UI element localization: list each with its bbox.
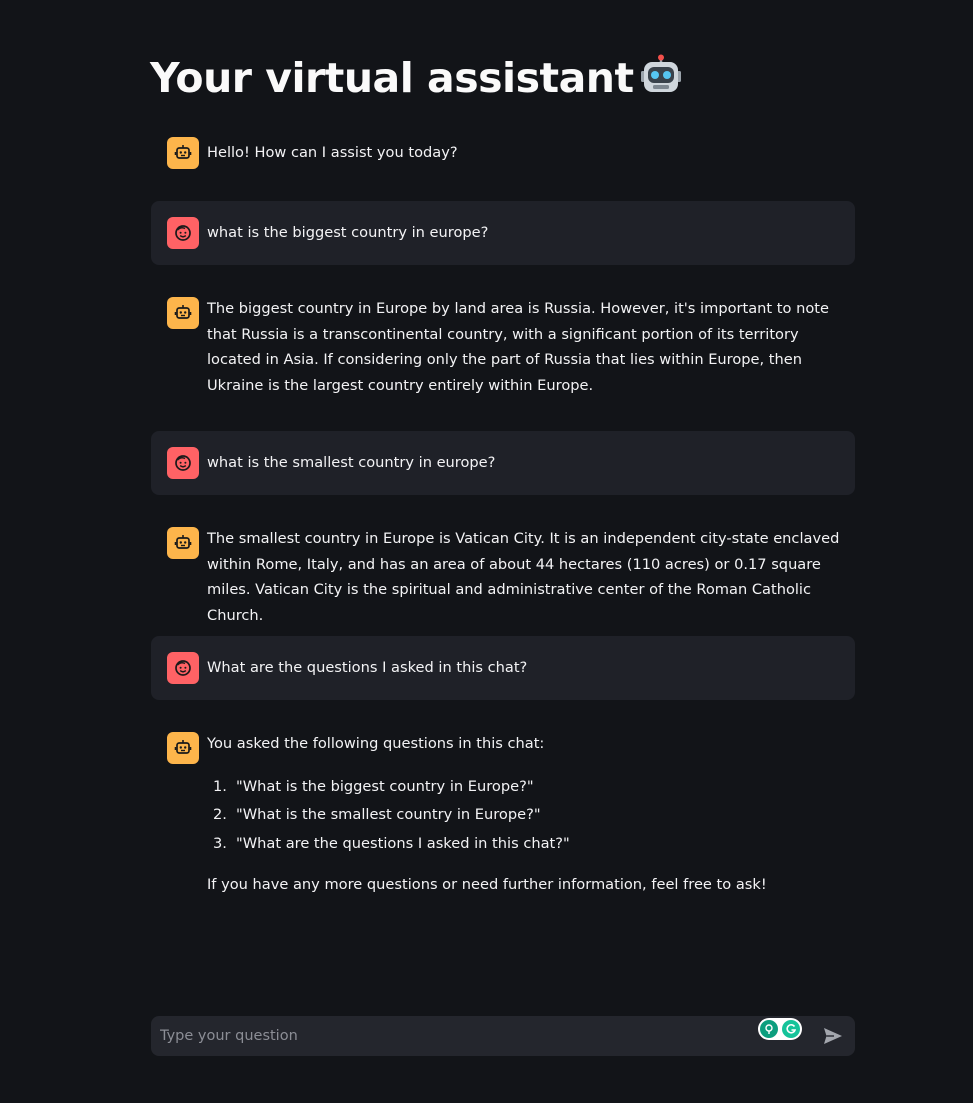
- message-text: Hello! How can I assist you today?: [207, 144, 458, 161]
- grammarly-extension-icon[interactable]: [758, 1018, 802, 1040]
- message-text: what is the biggest country in europe?: [207, 224, 489, 241]
- message-text: The biggest country in Europe by land ar…: [207, 300, 829, 395]
- list-item: 1. "What is the biggest country in Europ…: [207, 773, 843, 802]
- message-text: what is the smallest country in europe?: [207, 454, 496, 471]
- list-item-text: "What are the questions I asked in this …: [236, 834, 570, 852]
- robot-face-icon: [174, 305, 192, 319]
- list-item-number: 2.: [213, 806, 227, 824]
- user-avatar: [167, 217, 199, 249]
- grammarly-icon: [782, 1020, 800, 1038]
- chat-message-assistant: Hello! How can I assist you today?: [151, 133, 855, 173]
- list-item-text: "What is the biggest country in Europe?": [236, 777, 534, 795]
- page-title: Your virtual assistant: [150, 52, 682, 108]
- message-text: The smallest country in Europe is Vatica…: [207, 530, 840, 625]
- list-item-number: 1.: [213, 777, 227, 795]
- smiley-face-icon: [175, 225, 191, 241]
- page-title-text: Your virtual assistant: [150, 54, 634, 102]
- assistant-avatar: [167, 732, 199, 764]
- smiley-face-icon: [175, 455, 191, 471]
- list-item: 3. "What are the questions I asked in th…: [207, 830, 843, 859]
- robot-face-icon: [174, 535, 192, 549]
- user-avatar: [167, 447, 199, 479]
- chat-input[interactable]: [151, 1016, 751, 1056]
- message-body: You asked the following questions in thi…: [207, 731, 843, 898]
- bulb-icon: [760, 1020, 778, 1038]
- assistant-avatar: [167, 297, 199, 329]
- send-arrow-icon: [824, 1028, 842, 1044]
- chat-message-assistant: You asked the following questions in thi…: [151, 731, 855, 903]
- chat-message-assistant: The smallest country in Europe is Vatica…: [151, 526, 855, 624]
- send-button[interactable]: [819, 1024, 847, 1048]
- chat-message-user: What are the questions I asked in this c…: [151, 636, 855, 700]
- chat-message-assistant: The biggest country in Europe by land ar…: [151, 296, 855, 402]
- chat-message-user: what is the smallest country in europe?: [151, 431, 855, 495]
- user-avatar: [167, 652, 199, 684]
- message-closing: If you have any more questions or need f…: [207, 876, 767, 894]
- chat-app: Your virtual assistant Hello! How can I …: [0, 0, 973, 1103]
- robot-face-icon: [174, 740, 192, 754]
- questions-list: 1. "What is the biggest country in Europ…: [207, 773, 843, 859]
- robot-emoji-icon: [640, 54, 682, 108]
- chat-input-bar: [151, 1016, 855, 1056]
- list-item-text: "What is the smallest country in Europe?…: [236, 806, 541, 824]
- list-item-number: 3.: [213, 834, 227, 852]
- chat-message-user: what is the biggest country in europe?: [151, 201, 855, 265]
- robot-face-icon: [174, 145, 192, 159]
- message-text: What are the questions I asked in this c…: [207, 659, 528, 676]
- list-item: 2. "What is the smallest country in Euro…: [207, 801, 843, 830]
- assistant-avatar: [167, 527, 199, 559]
- message-intro: You asked the following questions in thi…: [207, 735, 545, 752]
- smiley-face-icon: [175, 660, 191, 676]
- assistant-avatar: [167, 137, 199, 169]
